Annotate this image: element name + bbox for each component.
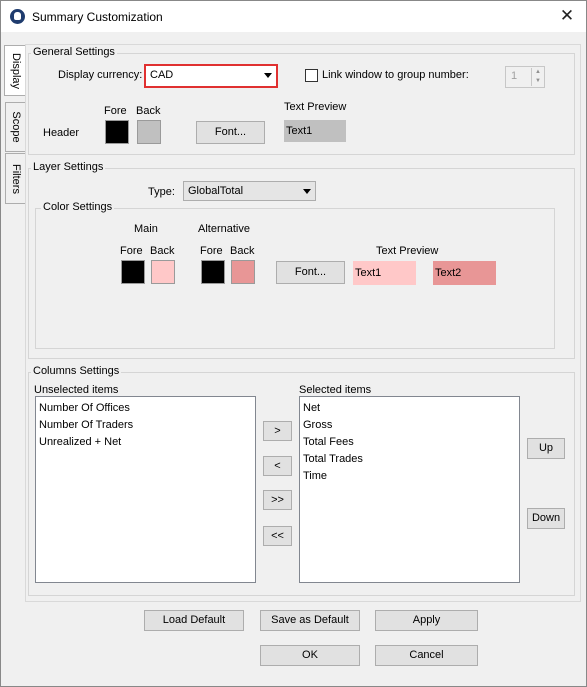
tab-scope[interactable]: Scope xyxy=(5,102,25,152)
general-settings-title: General Settings xyxy=(31,46,117,58)
tab-display-label: Display xyxy=(9,52,22,89)
list-item[interactable]: Total Trades xyxy=(303,451,516,468)
move-all-right-button[interactable]: >> xyxy=(263,490,292,510)
close-icon[interactable]: ✕ xyxy=(555,5,579,27)
list-item[interactable]: Unrealized + Net xyxy=(39,434,252,451)
list-item[interactable]: Number Of Offices xyxy=(39,400,252,417)
unselected-items-label: Unselected items xyxy=(34,384,119,396)
spin-down-icon[interactable]: ▼ xyxy=(531,77,544,86)
layer-text-preview-alt: Text2 xyxy=(433,261,496,285)
move-all-left-button[interactable]: << xyxy=(263,526,292,546)
cancel-button[interactable]: Cancel xyxy=(375,645,478,666)
layer-font-button[interactable]: Font... xyxy=(276,261,345,284)
alt-back-swatch[interactable] xyxy=(231,260,255,284)
load-default-button[interactable]: Load Default xyxy=(144,610,244,631)
header-text-preview-label: Text Preview xyxy=(284,101,347,113)
header-font-button[interactable]: Font... xyxy=(196,121,265,144)
layer-type-value: GlobalTotal xyxy=(188,185,244,197)
spin-up-icon[interactable]: ▲ xyxy=(531,68,544,77)
list-item[interactable]: Net xyxy=(303,400,516,417)
main-back-label: Back xyxy=(150,245,175,257)
tab-filters-label: Filters xyxy=(9,163,22,194)
link-window-checkbox[interactable] xyxy=(305,69,318,82)
apply-button[interactable]: Apply xyxy=(375,610,478,631)
header-fore-label: Fore xyxy=(104,105,127,117)
list-item[interactable]: Total Fees xyxy=(303,434,516,451)
selected-items-label: Selected items xyxy=(299,384,372,396)
main-fore-swatch[interactable] xyxy=(121,260,145,284)
header-text-preview: Text1 xyxy=(284,120,346,142)
layer-text-preview-label: Text Preview xyxy=(376,245,439,257)
layer-settings-title: Layer Settings xyxy=(31,161,106,173)
unselected-items-list[interactable]: Number Of Offices Number Of Traders Unre… xyxy=(35,396,256,583)
list-item[interactable]: Time xyxy=(303,468,516,485)
display-currency-value: CAD xyxy=(150,69,174,81)
alt-back-label: Back xyxy=(230,245,255,257)
chevron-down-icon xyxy=(303,189,311,194)
header-back-swatch[interactable] xyxy=(137,120,161,144)
list-item[interactable]: Gross xyxy=(303,417,516,434)
color-settings-title: Color Settings xyxy=(41,201,115,213)
selected-items-list[interactable]: Net Gross Total Fees Total Trades Time xyxy=(299,396,520,583)
layer-type-select[interactable]: GlobalTotal xyxy=(183,181,316,201)
title-bar: Summary Customization ✕ xyxy=(1,1,586,32)
header-back-label: Back xyxy=(136,105,161,117)
group-number-value: 1 xyxy=(511,70,518,82)
main-fore-label: Fore xyxy=(120,245,143,257)
alt-fore-swatch[interactable] xyxy=(201,260,225,284)
list-item[interactable]: Number Of Traders xyxy=(39,417,252,434)
layer-type-label: Type: xyxy=(148,186,175,198)
tab-filters[interactable]: Filters xyxy=(5,153,25,204)
alternative-colors-label: Alternative xyxy=(198,223,250,235)
save-as-default-button[interactable]: Save as Default xyxy=(260,610,360,631)
display-currency-label: Display currency: xyxy=(58,69,143,81)
move-down-button[interactable]: Down xyxy=(527,508,565,529)
dialog-window: Summary Customization ✕ Display Scope Fi… xyxy=(0,0,587,687)
header-label: Header xyxy=(43,127,80,139)
move-left-button[interactable]: < xyxy=(263,456,292,476)
tab-display[interactable]: Display xyxy=(4,45,26,96)
alt-fore-label: Fore xyxy=(200,245,223,257)
app-icon xyxy=(10,9,25,24)
header-fore-swatch[interactable] xyxy=(105,120,129,144)
ok-button[interactable]: OK xyxy=(260,645,360,666)
chevron-down-icon xyxy=(264,73,272,78)
move-right-button[interactable]: > xyxy=(263,421,292,441)
move-up-button[interactable]: Up xyxy=(527,438,565,459)
main-back-swatch[interactable] xyxy=(151,260,175,284)
group-number-spinbox[interactable]: 1 ▲ ▼ xyxy=(505,66,545,88)
link-window-label: Link window to group number: xyxy=(322,69,469,81)
display-currency-select[interactable]: CAD xyxy=(144,64,278,88)
main-colors-label: Main xyxy=(134,223,158,235)
columns-settings-title: Columns Settings xyxy=(31,365,122,377)
window-title: Summary Customization xyxy=(32,10,163,24)
tab-scope-label: Scope xyxy=(9,111,22,143)
layer-text-preview-main: Text1 xyxy=(353,261,416,285)
